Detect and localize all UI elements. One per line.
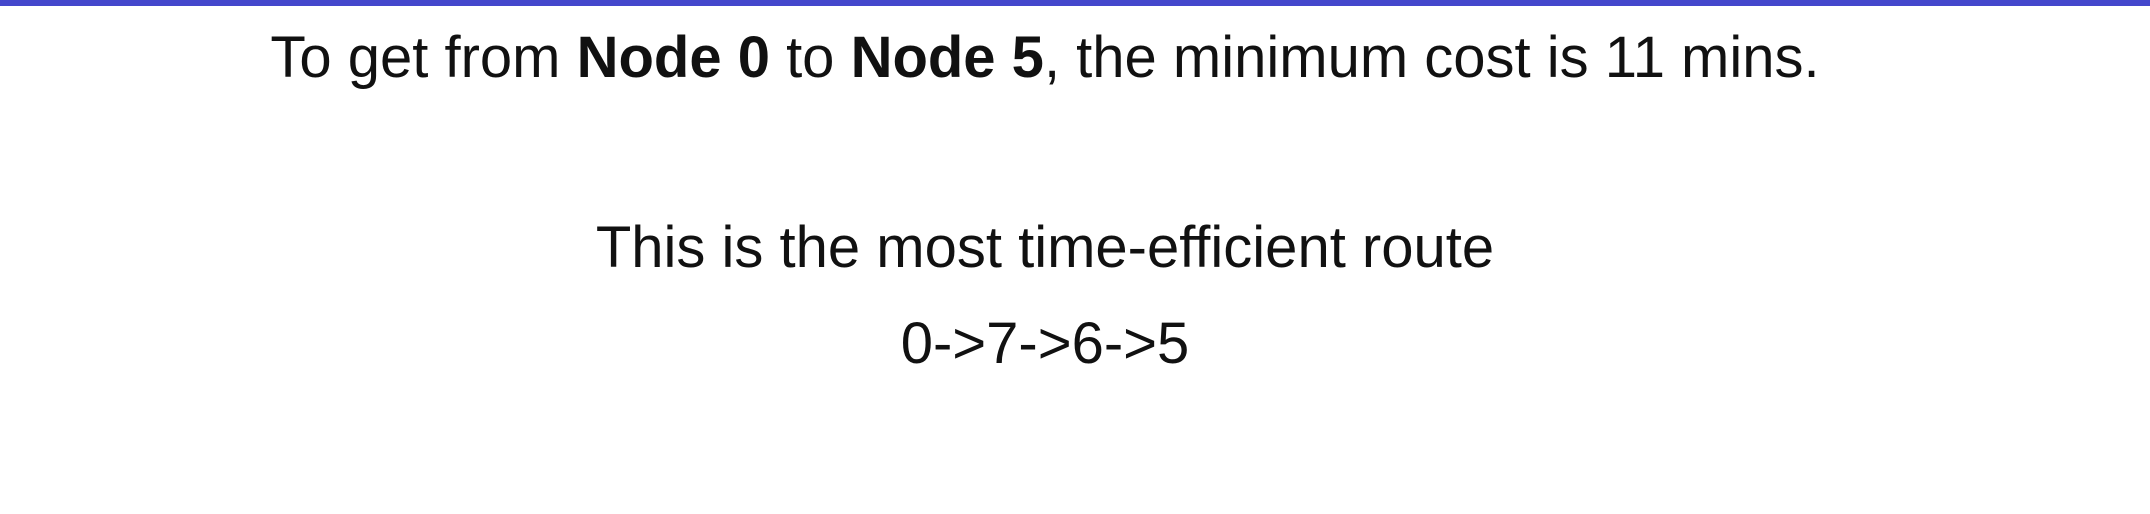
result-suffix: , the minimum cost is 11 mins. [1043,25,1820,90]
end-node-label: Node 5 [850,25,1044,90]
route-path: 0->7->6->5 [900,311,1190,376]
top-accent-bar [0,0,2150,6]
result-prefix: To get from [270,25,577,90]
route-heading: This is the most time-efficient route [595,215,1495,280]
start-node-label: Node 0 [576,25,770,90]
result-connector: to [769,25,851,90]
result-summary: To get from Node 0 to Node 5, the minimu… [0,22,2090,94]
